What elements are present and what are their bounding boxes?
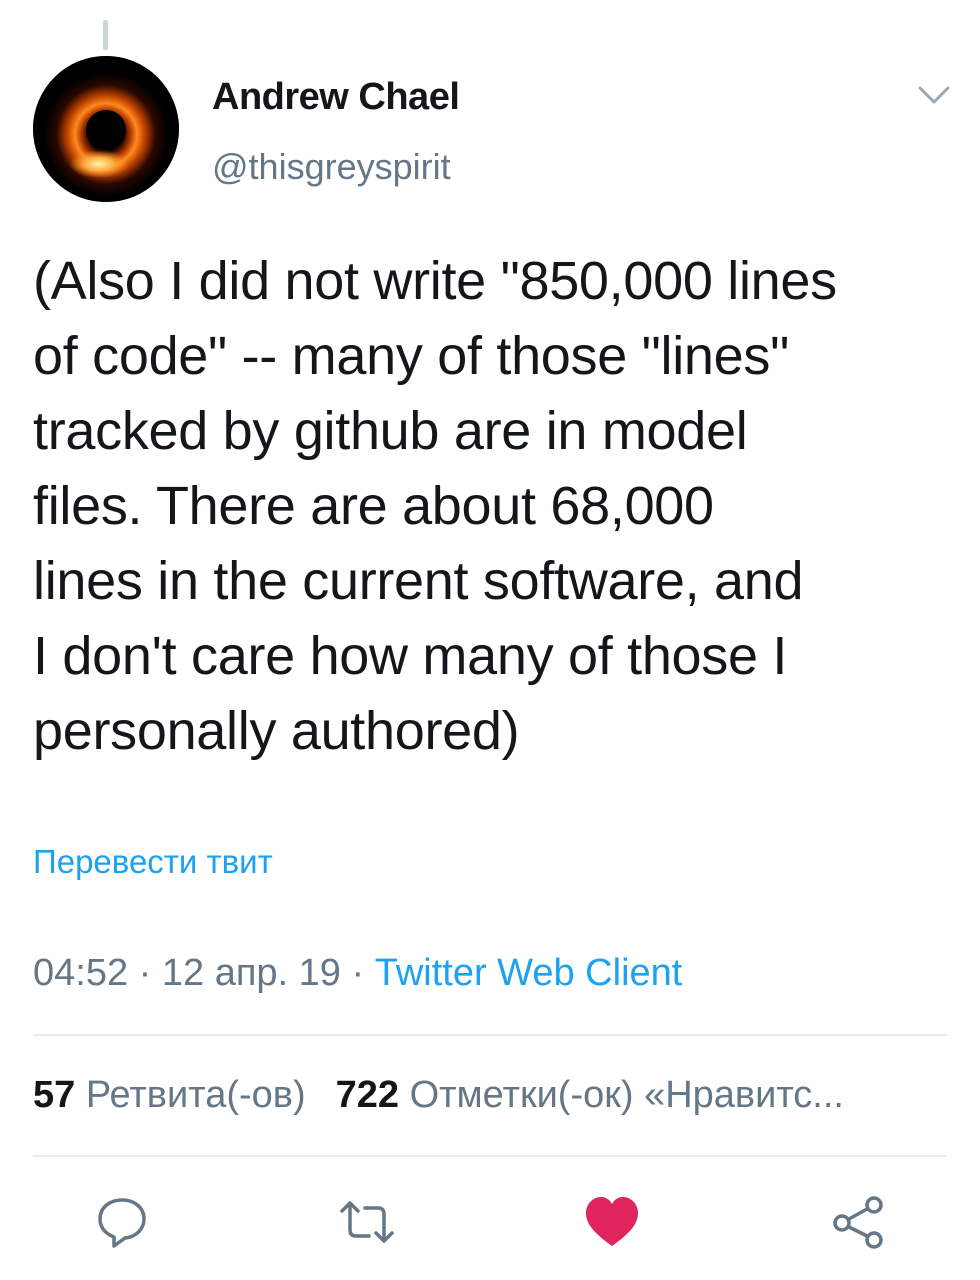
tweet-meta: 04:52 · 12 апр. 19 · Twitter Web Client xyxy=(33,952,682,995)
reply-button[interactable] xyxy=(92,1192,152,1252)
tweet-text-line: personally authored) xyxy=(33,701,520,761)
black-hole-avatar-icon xyxy=(33,56,179,202)
tweet-time: 04:52 xyxy=(33,952,129,994)
meta-separator: · xyxy=(351,952,365,994)
author-name[interactable]: Andrew Chael xyxy=(212,76,460,119)
retweet-button[interactable] xyxy=(337,1192,397,1252)
retweet-icon xyxy=(340,1201,394,1243)
author-handle[interactable]: @thisgreyspirit xyxy=(212,146,451,188)
share-button[interactable] xyxy=(828,1192,888,1252)
tweet-text-line: of code" -- many of those "lines" xyxy=(33,326,789,386)
like-button[interactable] xyxy=(582,1192,642,1252)
tweet-date: 12 апр. 19 xyxy=(161,952,341,994)
share-icon xyxy=(833,1196,883,1249)
heart-icon xyxy=(586,1197,638,1246)
likes-label: Отметки(-ок) «Нравитс... xyxy=(409,1074,844,1116)
author-avatar[interactable] xyxy=(33,56,179,202)
likes-stat[interactable]: 722 Отметки(-ок) «Нравитс... xyxy=(336,1074,844,1116)
chevron-down-icon xyxy=(918,86,950,104)
retweets-stat[interactable]: 57 Ретвита(-ов) xyxy=(33,1074,306,1116)
tweet-text-line: I don't care how many of those I xyxy=(33,626,788,686)
tweet-stats: 57 Ретвита(-ов) 722 Отметки(-ок) «Нравитс… xyxy=(33,1074,844,1117)
retweets-count: 57 xyxy=(33,1074,76,1116)
tweet-text: (Also I did not write "850,000 lines of … xyxy=(33,244,953,769)
likes-count: 722 xyxy=(335,1074,400,1116)
tweet-source-link[interactable]: Twitter Web Client xyxy=(375,952,683,994)
reply-icon xyxy=(98,1198,146,1248)
divider xyxy=(33,1034,947,1036)
tweet-menu-button[interactable] xyxy=(914,80,954,110)
thread-connector-line xyxy=(103,20,108,50)
tweet-text-line: (Also I did not write "850,000 lines xyxy=(33,251,837,311)
divider xyxy=(33,1155,947,1157)
meta-separator: · xyxy=(138,952,152,994)
tweet-text-line: files. There are about 68,000 xyxy=(33,476,714,536)
tweet-text-line: tracked by github are in model xyxy=(33,401,748,461)
retweets-label: Ретвита(-ов) xyxy=(85,1074,306,1116)
tweet-text-line: lines in the current software, and xyxy=(33,551,804,611)
translate-tweet-link[interactable]: Перевести твит xyxy=(33,843,273,881)
